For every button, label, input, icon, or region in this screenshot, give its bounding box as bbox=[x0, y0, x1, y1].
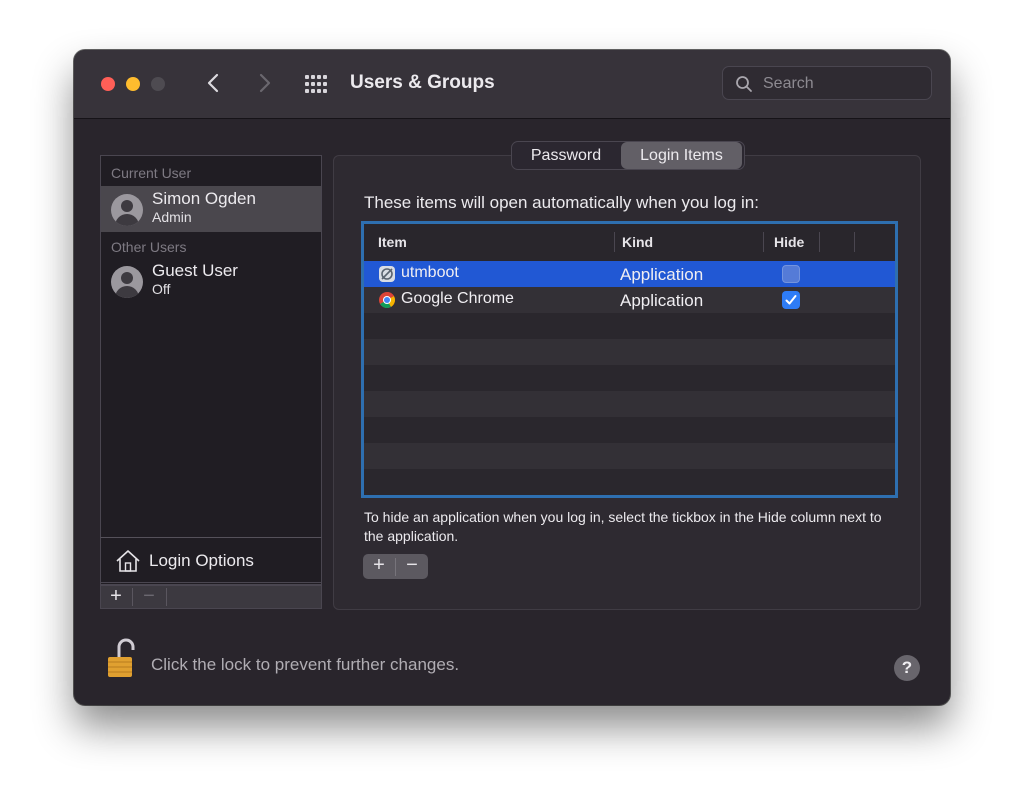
table-row bbox=[364, 391, 895, 417]
user-role: Admin bbox=[152, 209, 192, 225]
chevron-left-icon bbox=[207, 73, 219, 93]
tab-password[interactable]: Password bbox=[512, 142, 620, 169]
add-user-button[interactable]: + bbox=[101, 586, 131, 608]
chevron-right-icon bbox=[259, 73, 271, 93]
table-row[interactable]: Google Chrome Application bbox=[364, 287, 895, 313]
system-preferences-window: Users & Groups Current User Simon Ogden … bbox=[74, 50, 950, 705]
hide-checkbox[interactable] bbox=[782, 265, 800, 283]
minimize-window-button[interactable] bbox=[126, 77, 140, 91]
item-kind: Application bbox=[620, 265, 704, 284]
grid-icon bbox=[305, 75, 327, 93]
other-users-label: Other Users bbox=[111, 239, 187, 255]
login-items-heading: These items will open automatically when… bbox=[364, 193, 759, 212]
chrome-icon bbox=[379, 292, 395, 308]
avatar bbox=[111, 194, 143, 226]
login-options-label: Login Options bbox=[149, 551, 254, 570]
column-header-kind[interactable]: Kind bbox=[622, 234, 653, 250]
item-kind: Application bbox=[620, 291, 704, 310]
users-list: Current User Simon Ogden Admin Other Use… bbox=[100, 155, 322, 585]
item-name: utmboot bbox=[401, 264, 459, 281]
close-window-button[interactable] bbox=[101, 77, 115, 91]
user-row-simon-ogden[interactable]: Simon Ogden Admin bbox=[101, 186, 321, 232]
forward-button[interactable] bbox=[250, 68, 278, 98]
table-row bbox=[364, 469, 895, 495]
table-row bbox=[364, 443, 895, 469]
hide-hint-text: To hide an application when you log in, … bbox=[364, 509, 882, 544]
column-divider bbox=[819, 232, 820, 252]
table-row bbox=[364, 313, 895, 339]
search-icon bbox=[736, 76, 752, 92]
column-divider bbox=[763, 232, 764, 252]
add-login-item-button[interactable]: + bbox=[363, 555, 395, 577]
user-row-guest-user[interactable]: Guest User Off bbox=[101, 258, 321, 304]
user-name: Simon Ogden bbox=[152, 189, 256, 208]
login-items-toolbar: + − bbox=[363, 554, 428, 579]
column-divider bbox=[614, 232, 615, 252]
zoom-window-button[interactable] bbox=[151, 77, 165, 91]
column-header-item[interactable]: Item bbox=[378, 234, 407, 250]
toolbar-divider bbox=[166, 588, 167, 606]
remove-login-item-button[interactable]: − bbox=[396, 555, 428, 577]
remove-user-button[interactable]: − bbox=[134, 586, 164, 608]
users-toolbar: + − bbox=[100, 585, 322, 609]
table-row bbox=[364, 417, 895, 443]
user-role: Off bbox=[152, 281, 171, 297]
table-header: Item Kind Hide bbox=[364, 224, 895, 262]
hide-checkbox[interactable] bbox=[782, 291, 800, 309]
search-input[interactable] bbox=[761, 73, 925, 95]
table-row[interactable]: utmboot Application bbox=[364, 261, 895, 287]
column-divider bbox=[854, 232, 855, 252]
window-title: Users & Groups bbox=[350, 72, 495, 93]
search-field[interactable] bbox=[722, 66, 932, 100]
login-options-button[interactable]: Login Options bbox=[100, 537, 322, 583]
checkmark-icon bbox=[785, 295, 797, 305]
unlocked-padlock-icon[interactable] bbox=[107, 638, 135, 680]
tab-login-items[interactable]: Login Items bbox=[621, 142, 742, 169]
avatar bbox=[111, 266, 143, 298]
utmboot-app-icon bbox=[379, 266, 395, 282]
show-all-preferences-button[interactable] bbox=[304, 74, 330, 94]
login-items-table[interactable]: Item Kind Hide utmboot Application Googl… bbox=[361, 221, 898, 498]
back-button[interactable] bbox=[200, 68, 228, 98]
table-row bbox=[364, 365, 895, 391]
item-name: Google Chrome bbox=[401, 290, 514, 307]
toolbar-divider bbox=[132, 588, 133, 606]
current-user-label: Current User bbox=[111, 165, 192, 181]
segmented-tabs: Password Login Items bbox=[511, 141, 745, 170]
house-icon bbox=[116, 550, 140, 572]
user-name: Guest User bbox=[152, 261, 238, 280]
help-button[interactable]: ? bbox=[894, 655, 920, 681]
table-row bbox=[364, 339, 895, 365]
title-bar: Users & Groups bbox=[74, 50, 950, 119]
column-header-hide[interactable]: Hide bbox=[774, 234, 804, 250]
lock-status-text: Click the lock to prevent further change… bbox=[151, 655, 460, 674]
